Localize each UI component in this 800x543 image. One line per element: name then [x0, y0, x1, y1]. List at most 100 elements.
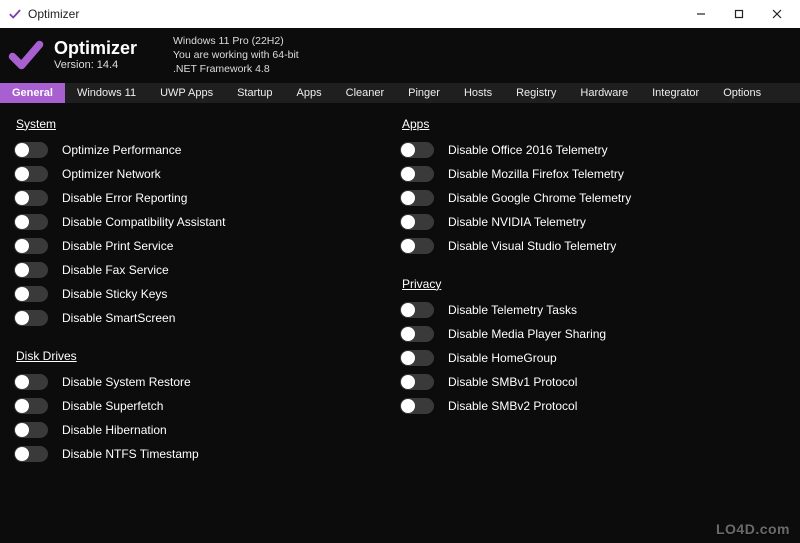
env-dotnet: .NET Framework 4.8	[173, 62, 299, 76]
toggle-knob	[15, 191, 29, 205]
tab-registry[interactable]: Registry	[504, 83, 568, 103]
tab-windows-11[interactable]: Windows 11	[65, 83, 148, 103]
option-row-disable-superfetch: Disable Superfetch	[14, 395, 400, 417]
tab-hardware[interactable]: Hardware	[568, 83, 640, 103]
option-row-disable-print-service: Disable Print Service	[14, 235, 400, 257]
option-label: Disable HomeGroup	[448, 351, 557, 365]
toggle-disable-office-2016-telemetry[interactable]	[400, 142, 434, 158]
toggle-disable-system-restore[interactable]	[14, 374, 48, 390]
option-row-disable-visual-studio-telemetry: Disable Visual Studio Telemetry	[400, 235, 786, 257]
toggle-knob	[15, 375, 29, 389]
toggle-knob	[15, 143, 29, 157]
tab-uwp-apps[interactable]: UWP Apps	[148, 83, 225, 103]
toggle-disable-superfetch[interactable]	[14, 398, 48, 414]
toggle-knob	[15, 447, 29, 461]
tab-integrator[interactable]: Integrator	[640, 83, 711, 103]
toggle-disable-print-service[interactable]	[14, 238, 48, 254]
tab-cleaner[interactable]: Cleaner	[334, 83, 397, 103]
option-row-disable-fax-service: Disable Fax Service	[14, 259, 400, 281]
env-arch: You are working with 64-bit	[173, 48, 299, 62]
toggle-disable-google-chrome-telemetry[interactable]	[400, 190, 434, 206]
app-header: Optimizer Version: 14.4 Windows 11 Pro (…	[0, 28, 800, 83]
content-area: System Optimize Performance Optimizer Net…	[0, 103, 800, 543]
option-row-disable-error-reporting: Disable Error Reporting	[14, 187, 400, 209]
option-row-disable-smartscreen: Disable SmartScreen	[14, 307, 400, 329]
toggle-disable-visual-studio-telemetry[interactable]	[400, 238, 434, 254]
toggle-optimize-performance[interactable]	[14, 142, 48, 158]
toggle-disable-smartscreen[interactable]	[14, 310, 48, 326]
toggle-disable-media-player-sharing[interactable]	[400, 326, 434, 342]
toggle-disable-fax-service[interactable]	[14, 262, 48, 278]
option-row-disable-system-restore: Disable System Restore	[14, 371, 400, 393]
option-row-disable-google-chrome-telemetry: Disable Google Chrome Telemetry	[400, 187, 786, 209]
option-row-disable-mozilla-firefox-telemetry: Disable Mozilla Firefox Telemetry	[400, 163, 786, 185]
option-label: Disable SMBv1 Protocol	[448, 375, 577, 389]
tab-pinger[interactable]: Pinger	[396, 83, 452, 103]
option-label: Disable NTFS Timestamp	[62, 447, 199, 461]
tab-options[interactable]: Options	[711, 83, 773, 103]
toggle-disable-nvidia-telemetry[interactable]	[400, 214, 434, 230]
toggle-knob	[401, 239, 415, 253]
toggle-disable-hibernation[interactable]	[14, 422, 48, 438]
toggle-disable-mozilla-firefox-telemetry[interactable]	[400, 166, 434, 182]
option-row-disable-office-2016-telemetry: Disable Office 2016 Telemetry	[400, 139, 786, 161]
toggle-knob	[401, 375, 415, 389]
toggle-disable-smbv1-protocol[interactable]	[400, 374, 434, 390]
option-label: Disable Media Player Sharing	[448, 327, 606, 341]
toggle-knob	[15, 263, 29, 277]
toggle-knob	[401, 327, 415, 341]
option-label: Disable SmartScreen	[62, 311, 175, 325]
close-button[interactable]	[758, 0, 796, 28]
toggle-knob	[15, 287, 29, 301]
option-row-optimizer-network: Optimizer Network	[14, 163, 400, 185]
maximize-button[interactable]	[720, 0, 758, 28]
tab-startup[interactable]: Startup	[225, 83, 284, 103]
toggle-disable-error-reporting[interactable]	[14, 190, 48, 206]
toggle-disable-sticky-keys[interactable]	[14, 286, 48, 302]
tab-general[interactable]: General	[0, 83, 65, 103]
right-column: Apps Disable Office 2016 TelemetryDisabl…	[400, 113, 786, 535]
toggle-disable-ntfs-timestamp[interactable]	[14, 446, 48, 462]
option-row-disable-smbv2-protocol: Disable SMBv2 Protocol	[400, 395, 786, 417]
option-row-disable-media-player-sharing: Disable Media Player Sharing	[400, 323, 786, 345]
option-label: Optimizer Network	[62, 167, 161, 181]
option-row-disable-homegroup: Disable HomeGroup	[400, 347, 786, 369]
checkmark-icon	[8, 37, 44, 73]
option-label: Disable Sticky Keys	[62, 287, 167, 301]
toggle-disable-compatibility-assistant[interactable]	[14, 214, 48, 230]
option-label: Disable System Restore	[62, 375, 191, 389]
toggle-knob	[401, 167, 415, 181]
toggle-knob	[401, 351, 415, 365]
option-label: Optimize Performance	[62, 143, 181, 157]
option-label: Disable Telemetry Tasks	[448, 303, 577, 317]
toggle-knob	[401, 191, 415, 205]
window-title: Optimizer	[28, 7, 79, 21]
section-system: System	[16, 117, 400, 131]
option-row-disable-telemetry-tasks: Disable Telemetry Tasks	[400, 299, 786, 321]
toggle-knob	[15, 215, 29, 229]
env-info: Windows 11 Pro (22H2) You are working wi…	[173, 34, 299, 77]
app-info: Optimizer Version: 14.4	[54, 39, 137, 71]
section-privacy: Privacy	[402, 277, 786, 291]
toggle-disable-smbv2-protocol[interactable]	[400, 398, 434, 414]
toggle-disable-homegroup[interactable]	[400, 350, 434, 366]
option-label: Disable Hibernation	[62, 423, 167, 437]
left-column: System Optimize Performance Optimizer Net…	[14, 113, 400, 535]
section-disk-drives: Disk Drives	[16, 349, 400, 363]
toggle-disable-telemetry-tasks[interactable]	[400, 302, 434, 318]
toggle-knob	[15, 399, 29, 413]
minimize-button[interactable]	[682, 0, 720, 28]
section-apps: Apps	[402, 117, 786, 131]
option-label: Disable Error Reporting	[62, 191, 187, 205]
option-label: Disable Compatibility Assistant	[62, 215, 225, 229]
env-os: Windows 11 Pro (22H2)	[173, 34, 299, 48]
titlebar: Optimizer	[0, 0, 800, 28]
toggle-optimizer-network[interactable]	[14, 166, 48, 182]
toggle-knob	[401, 143, 415, 157]
tab-hosts[interactable]: Hosts	[452, 83, 504, 103]
option-row-optimize-performance: Optimize Performance	[14, 139, 400, 161]
toggle-knob	[15, 311, 29, 325]
option-label: Disable Print Service	[62, 239, 173, 253]
option-row-disable-sticky-keys: Disable Sticky Keys	[14, 283, 400, 305]
tab-apps[interactable]: Apps	[285, 83, 334, 103]
